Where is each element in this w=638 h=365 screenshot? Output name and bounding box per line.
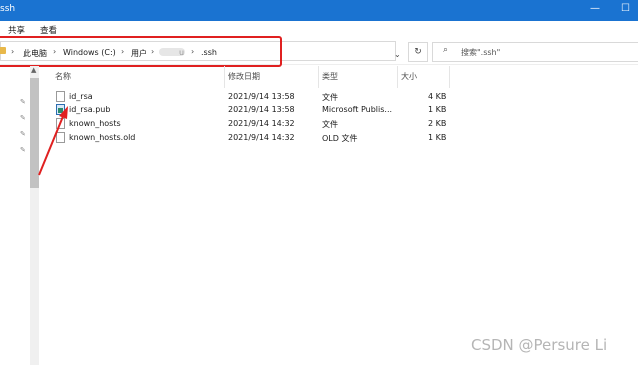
- arrow-shaft: [38, 113, 65, 176]
- annotation-arrow: [38, 106, 68, 176]
- arrow-head: [59, 106, 68, 119]
- watermark: CSDN @Persure Li: [471, 336, 608, 354]
